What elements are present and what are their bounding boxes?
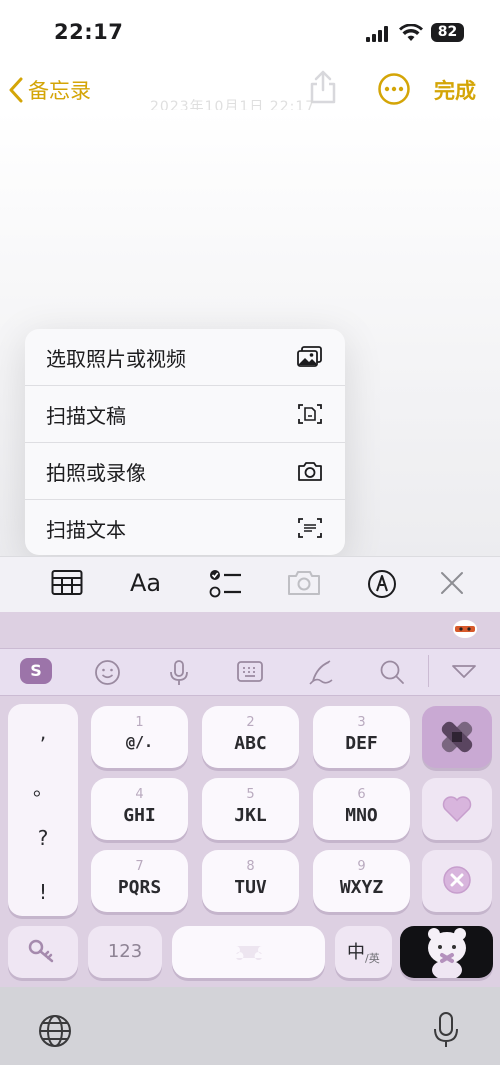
key-number: 1 (135, 715, 144, 730)
menu-item-take-photo-video[interactable]: 拍照或录像 (25, 443, 345, 500)
key-letters: TUV (234, 877, 267, 898)
key-letters: DEF (345, 733, 378, 754)
system-keyboard-bar (0, 987, 500, 1065)
dictation-microphone-icon[interactable] (433, 1011, 459, 1049)
camera-icon (298, 462, 322, 481)
markup-pen-icon[interactable] (367, 569, 397, 599)
menu-item-choose-photo-video[interactable]: 选取照片或视频 (25, 329, 345, 386)
key-letters: JKL (234, 805, 267, 826)
punct-comma[interactable]: , (8, 720, 78, 744)
bear-sticker-icon (453, 620, 477, 638)
collapse-keyboard-icon[interactable] (451, 664, 477, 680)
key-letters: WXYZ (339, 877, 384, 898)
keyboard-switch-icon[interactable] (236, 659, 264, 685)
key-letters: GHI (123, 805, 156, 826)
key-number: 7 (135, 859, 144, 874)
key-letters: ABC (234, 733, 267, 754)
key-number: 9 (357, 859, 366, 874)
photo-library-icon (297, 346, 322, 367)
back-label: 备忘录 (28, 79, 91, 103)
table-icon[interactable] (51, 569, 83, 597)
key-letters: MNO (345, 805, 378, 826)
key-number: 2 (246, 715, 255, 730)
menu-item-label: 扫描文稿 (46, 403, 126, 428)
numbers-key[interactable]: 123 (88, 926, 162, 978)
clear-circle-icon (443, 866, 471, 894)
checklist-icon[interactable] (209, 569, 243, 599)
clear-key[interactable] (422, 850, 492, 912)
delete-key[interactable] (422, 706, 492, 768)
key-6[interactable]: 6 MNO (313, 778, 410, 840)
key-icon (28, 939, 54, 963)
key-letters: PQRS (117, 877, 162, 898)
back-button[interactable]: 备忘录 (8, 72, 91, 108)
punctuation-column[interactable]: , 。 ? ! (8, 704, 78, 916)
enter-key[interactable] (400, 926, 493, 978)
scan-text-icon (298, 518, 322, 538)
battery-indicator: 82 (431, 23, 464, 42)
key-2[interactable]: 2 ABC (202, 706, 299, 768)
key-1[interactable]: 1 @/. (91, 706, 188, 768)
bone-space-icon (236, 946, 262, 960)
bandage-delete-icon (441, 721, 473, 753)
globe-icon[interactable] (38, 1014, 72, 1048)
sogou-logo-button[interactable]: S (20, 658, 52, 684)
key-tool-button[interactable] (8, 926, 78, 978)
key-5[interactable]: 5 JKL (202, 778, 299, 840)
heart-key[interactable] (422, 778, 492, 840)
done-button[interactable]: 完成 (434, 75, 476, 105)
key-letters: @/. (125, 733, 154, 751)
key-number: 8 (246, 859, 255, 874)
key-4[interactable]: 4 GHI (91, 778, 188, 840)
key-3[interactable]: 3 DEF (313, 706, 410, 768)
menu-item-label: 扫描文本 (46, 517, 126, 542)
cellular-signal-icon (366, 26, 388, 42)
lang-sub-label: /英 (365, 952, 380, 965)
menu-item-scan-text[interactable]: 扫描文本 (25, 500, 345, 555)
lang-main-label: 中 (347, 942, 365, 963)
camera-icon[interactable] (287, 569, 321, 597)
menu-item-scan-document[interactable]: 扫描文稿 (25, 386, 345, 443)
punct-question[interactable]: ? (8, 826, 78, 850)
menu-item-label: 拍照或录像 (46, 460, 146, 485)
key-number: 4 (135, 787, 144, 802)
key-8[interactable]: 8 TUV (202, 850, 299, 912)
key-9[interactable]: 9 WXYZ (313, 850, 410, 912)
heart-icon (442, 796, 472, 823)
space-key[interactable] (172, 926, 325, 978)
search-icon[interactable] (379, 659, 405, 685)
key-number: 3 (357, 715, 366, 730)
status-time: 22:17 (54, 20, 124, 44)
key-7[interactable]: 7 PQRS (91, 850, 188, 912)
divider (428, 655, 429, 687)
key-number: 6 (357, 787, 366, 802)
punct-exclamation[interactable]: ! (8, 880, 78, 904)
punct-period[interactable]: 。 (8, 772, 78, 801)
attachment-menu: 选取照片或视频 扫描文稿 拍照或录像 扫描文本 (25, 329, 345, 555)
language-switch-key[interactable]: 中 /英 (335, 926, 392, 978)
bear-mascot-icon (428, 928, 466, 978)
handwriting-icon[interactable] (307, 659, 335, 687)
wifi-icon (399, 24, 423, 41)
scan-document-icon (298, 404, 322, 424)
menu-item-label: 选取照片或视频 (46, 346, 186, 371)
format-toolbar: Aa (0, 556, 500, 613)
keyboard-suggestion-bar: S (0, 648, 500, 696)
close-icon[interactable] (440, 571, 464, 595)
more-options-icon[interactable] (377, 72, 411, 106)
text-format-button[interactable]: Aa (130, 569, 161, 597)
microphone-icon[interactable] (168, 659, 190, 687)
key-number: 5 (246, 787, 255, 802)
emoji-icon[interactable] (94, 659, 121, 686)
chevron-left-icon (9, 77, 23, 103)
